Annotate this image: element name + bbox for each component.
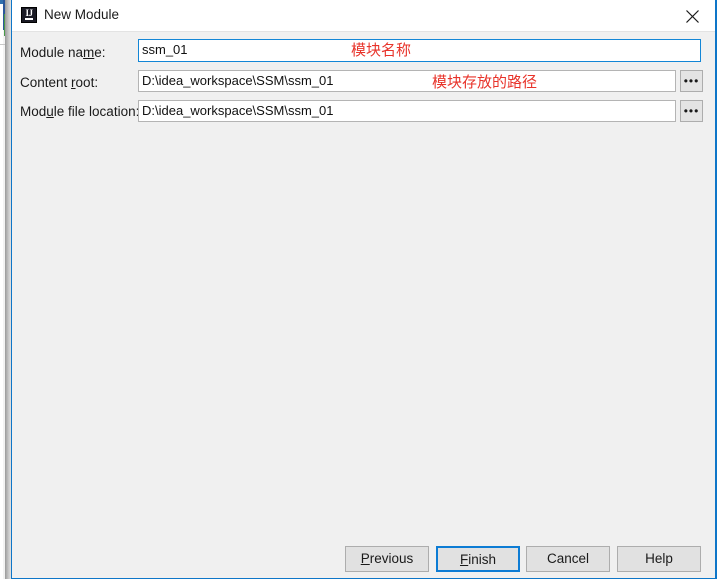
finish-button-label: inish <box>468 552 496 567</box>
module-file-location-label-post: le file location: <box>53 104 140 119</box>
module-file-location-browse-button[interactable]: ••• <box>680 100 703 122</box>
module-name-input[interactable]: ssm_01 <box>138 39 701 62</box>
close-icon <box>686 10 699 23</box>
module-name-label-post: e: <box>94 45 106 60</box>
finish-button[interactable]: Finish <box>436 546 520 572</box>
module-file-location-label: Module file location: <box>20 104 139 120</box>
intellij-idea-icon-letters: IJ <box>25 8 33 18</box>
content-root-browse-button[interactable]: ••• <box>680 70 703 92</box>
cancel-button[interactable]: Cancel <box>526 546 610 572</box>
previous-button[interactable]: Previous <box>345 546 429 572</box>
background-window-border <box>0 0 3 579</box>
cancel-button-label: Cancel <box>546 551 590 566</box>
content-root-label-post: oot: <box>75 75 99 90</box>
intellij-idea-icon-bar <box>25 18 33 20</box>
module-name-label-mnemonic: m <box>83 45 95 60</box>
module-file-location-input[interactable]: D:\idea_workspace\SSM\ssm_01 <box>138 100 676 122</box>
annotation-module-name: 模块名称 <box>351 41 412 59</box>
content-root-label-pre: Content <box>20 75 72 90</box>
dialog-titlebar[interactable]: IJ New Module <box>12 0 715 32</box>
previous-button-mnemonic: P <box>360 551 370 566</box>
new-module-dialog: IJ New Module Module name: ssm_01 模块名称 C… <box>11 0 717 579</box>
content-root-input[interactable]: D:\idea_workspace\SSM\ssm_01 <box>138 70 676 92</box>
finish-button-mnemonic: F <box>459 552 469 567</box>
previous-button-label: revious <box>369 551 414 566</box>
help-button[interactable]: Help <box>617 546 701 572</box>
module-file-location-label-mnemonic: u <box>46 104 54 119</box>
help-button-label: Help <box>645 551 673 566</box>
intellij-idea-icon: IJ <box>21 7 37 23</box>
content-root-label: Content root: <box>20 75 98 91</box>
module-name-label-pre: Module na <box>20 45 84 60</box>
annotation-module-path: 模块存放的路径 <box>432 73 538 91</box>
module-name-label: Module name: <box>20 45 106 61</box>
background-window-sliver[interactable] <box>0 0 11 579</box>
close-button[interactable] <box>670 0 715 30</box>
dialog-title: New Module <box>44 7 120 22</box>
module-file-location-label-pre: Mod <box>20 104 47 119</box>
